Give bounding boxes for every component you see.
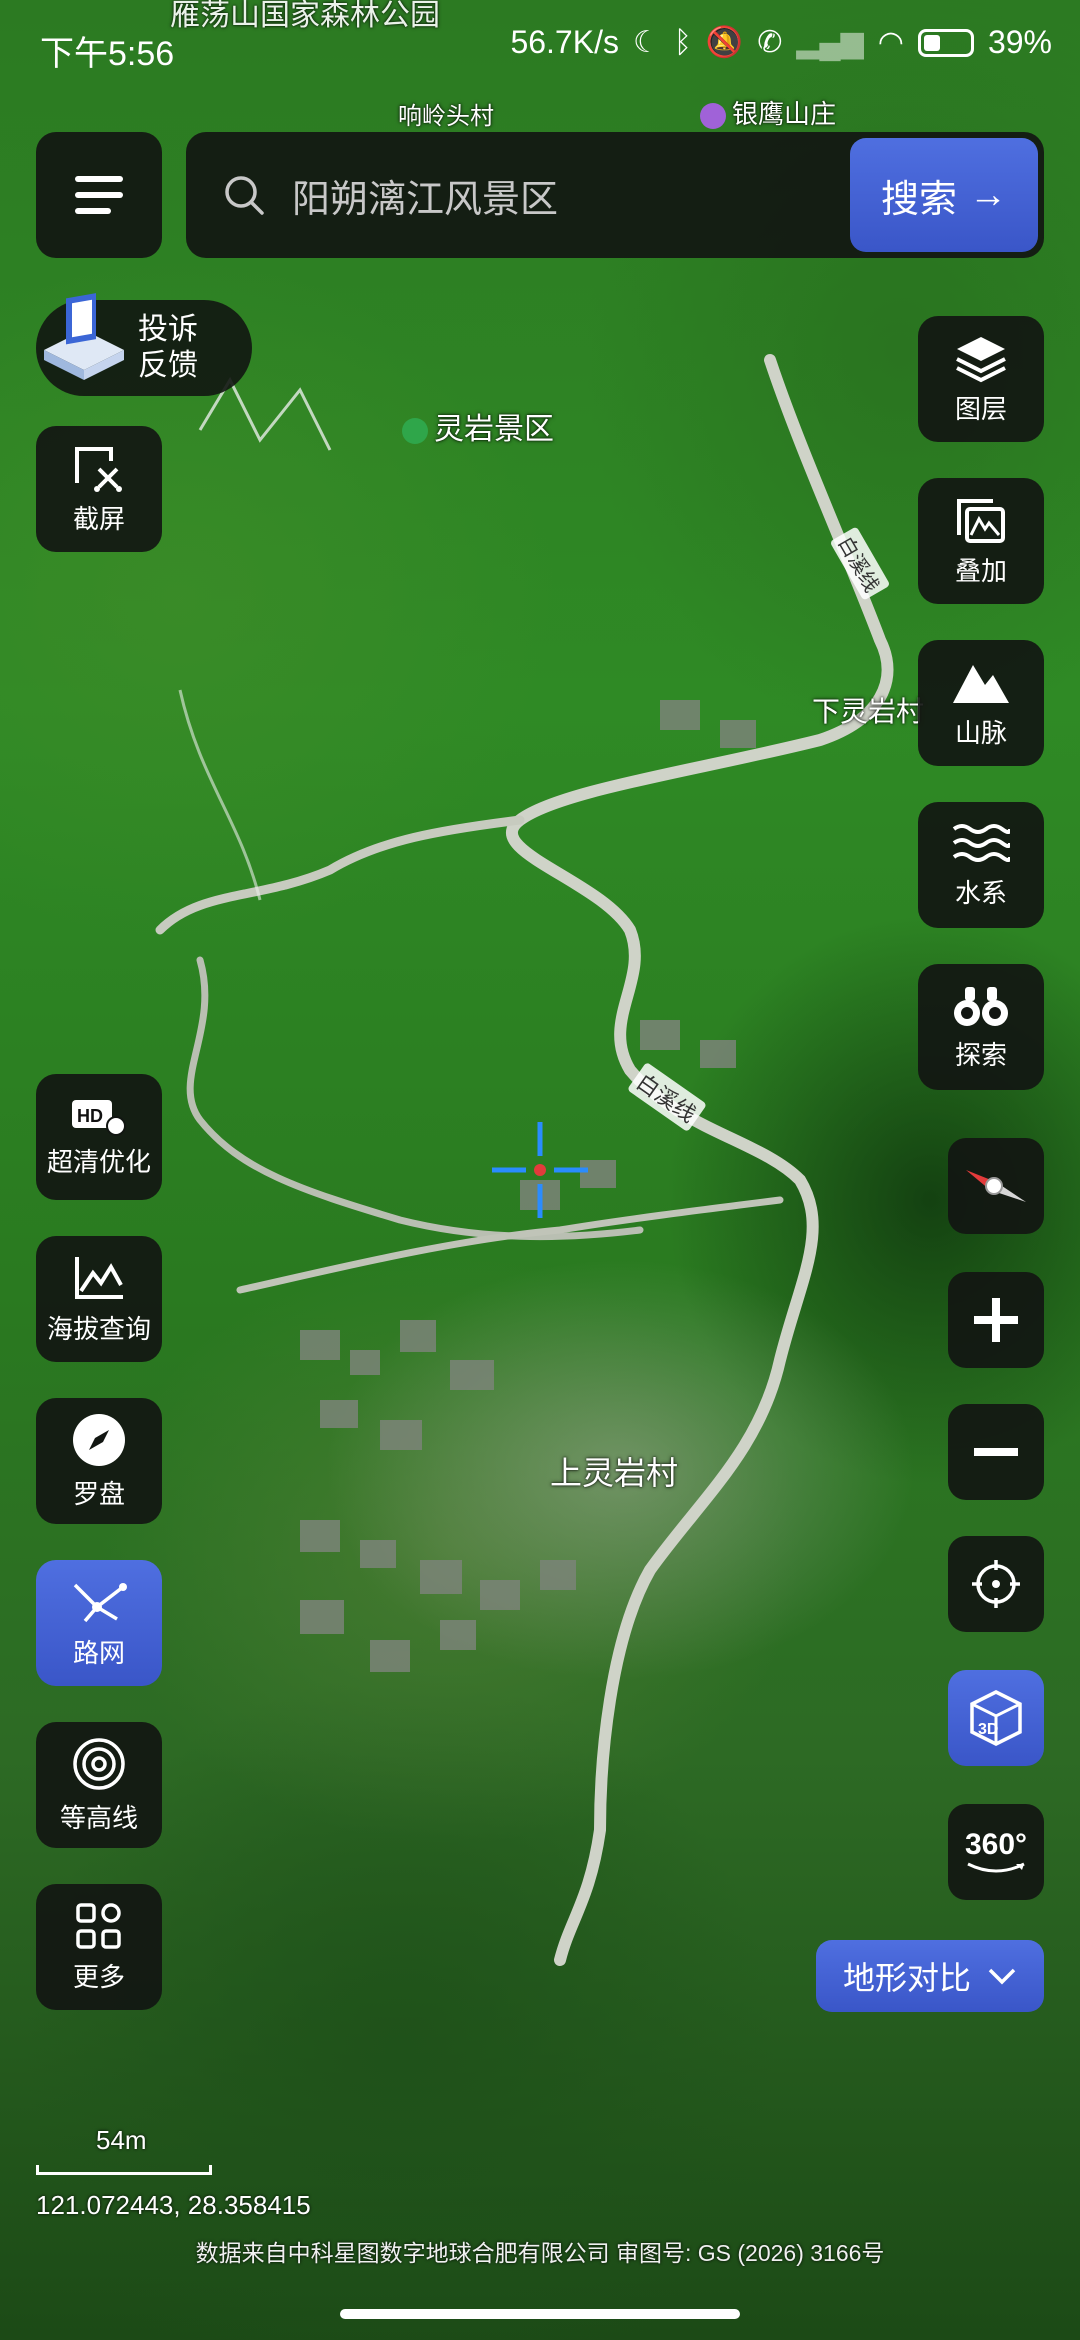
layers-icon xyxy=(956,336,1006,382)
binoculars-icon xyxy=(954,986,1008,1026)
call-icon: ✆ xyxy=(757,26,783,59)
map-label-scenic[interactable]: 灵岩景区 xyxy=(402,404,554,448)
feedback-label-2: 反馈 xyxy=(138,349,198,382)
chevron-down-icon xyxy=(988,1968,1016,1985)
crosshair xyxy=(492,1122,588,1218)
tool-label: 等高线 xyxy=(59,1802,138,1833)
feedback-label-1: 投诉 xyxy=(138,313,198,346)
tool-label: 路网 xyxy=(72,1637,125,1668)
tool-label: 海拔查询 xyxy=(46,1313,151,1344)
coordinates: 121.072443, 28.358415 xyxy=(36,2190,311,2220)
villa-poi-icon xyxy=(700,103,726,130)
map-label-villa[interactable]: 银鹰山庄 xyxy=(700,94,836,131)
water-button[interactable]: 水系 xyxy=(918,802,1044,928)
tool-label: 水系 xyxy=(954,877,1007,908)
search-button[interactable]: 搜索 → xyxy=(850,138,1038,252)
minus-icon xyxy=(974,1448,1018,1456)
status-time: 下午5:56 xyxy=(40,35,175,73)
cube-3d-icon: 3D xyxy=(970,1690,1022,1746)
battery-percent: 39% xyxy=(987,24,1052,60)
tool-label: 探索 xyxy=(954,1039,1007,1070)
search-button-label: 搜索 xyxy=(880,178,957,221)
signal-icon: ▂▄▆ xyxy=(796,26,864,59)
locate-icon xyxy=(972,1560,1020,1608)
elevation-query-button[interactable]: 海拔查询 xyxy=(36,1236,162,1362)
water-icon xyxy=(952,823,1010,862)
scenic-poi-icon xyxy=(402,418,428,445)
compass-direction-button[interactable] xyxy=(948,1138,1044,1234)
wifi-icon: ◠ xyxy=(877,26,904,59)
menu-button[interactable] xyxy=(36,132,162,258)
map-label-village[interactable]: 响岭头村 xyxy=(398,96,494,131)
feedback-illustration-icon xyxy=(44,293,124,380)
tool-label: 罗盘 xyxy=(72,1478,125,1509)
rotate-arrow-icon xyxy=(967,1862,1025,1873)
bluetooth-icon: ᛒ xyxy=(673,25,692,59)
tool-label: 截屏 xyxy=(72,503,125,534)
copyright-notice: 数据来自中科星图数字地球合肥有限公司 审图号: GS (2026) 3166号 xyxy=(195,2240,885,2266)
status-bar: 下午5:56 56.7K/s ☾ ᛒ 🔕 ✆ ▂▄▆ ◠ 39% xyxy=(0,0,1080,90)
overlay-button[interactable]: 叠加 xyxy=(918,478,1044,604)
hd-icon: HD xyxy=(72,1099,126,1136)
search-bar[interactable]: 阳朔漓江风景区 搜索 → xyxy=(186,132,1044,258)
battery-icon xyxy=(917,28,974,57)
more-grid-icon xyxy=(76,1902,121,1949)
terrain-compare-dropdown[interactable]: 地形对比 xyxy=(816,1940,1044,2012)
panorama-label: 360° xyxy=(964,1828,1028,1861)
zoom-out-button[interactable] xyxy=(948,1404,1044,1500)
tool-label: 超清优化 xyxy=(46,1146,151,1177)
explore-button[interactable]: 探索 xyxy=(918,964,1044,1090)
arrow-right-icon: → xyxy=(969,173,1007,216)
screenshot-icon xyxy=(75,446,122,492)
compass-needle-icon xyxy=(966,1170,1026,1202)
feedback-button[interactable]: 投诉 反馈 xyxy=(36,293,252,396)
hd-optimize-button[interactable]: HD 超清优化 xyxy=(36,1074,162,1200)
search-icon xyxy=(225,176,264,215)
elevation-icon xyxy=(75,1256,123,1299)
terrain-compare-label: 地形对比 xyxy=(842,1960,971,1996)
more-button[interactable]: 更多 xyxy=(36,1884,162,2010)
mountain-icon xyxy=(953,664,1009,703)
panorama-360-button[interactable]: 360° xyxy=(948,1804,1044,1900)
tool-label: 山脉 xyxy=(954,717,1007,748)
svg-text:3D: 3D xyxy=(978,1721,998,1738)
plus-icon xyxy=(974,1298,1018,1342)
search-input[interactable]: 阳朔漓江风景区 xyxy=(292,168,558,223)
mountain-button[interactable]: 山脉 xyxy=(918,640,1044,766)
road-network-button[interactable]: 路网 xyxy=(36,1560,162,1686)
zoom-in-button[interactable] xyxy=(948,1272,1044,1368)
map-label-village[interactable]: 下灵岩村 xyxy=(812,690,924,730)
scale-ruler xyxy=(36,2165,212,2175)
menu-icon xyxy=(75,171,123,219)
road-network-icon xyxy=(73,1582,127,1622)
home-indicator[interactable] xyxy=(340,2309,740,2319)
tool-label: 图层 xyxy=(954,393,1007,424)
locate-button[interactable] xyxy=(948,1536,1044,1632)
scale-value: 54m xyxy=(96,2125,147,2155)
compass-button[interactable]: 罗盘 xyxy=(36,1398,162,1524)
network-speed: 56.7K/s xyxy=(510,24,619,60)
3d-view-button[interactable]: 3D xyxy=(948,1670,1044,1766)
compass-icon xyxy=(73,1413,125,1466)
moon-icon: ☾ xyxy=(632,26,660,59)
screenshot-button[interactable]: 截屏 xyxy=(36,426,162,552)
overlay-icon xyxy=(957,498,1005,543)
tool-label: 更多 xyxy=(72,1961,125,1992)
tool-label: 叠加 xyxy=(954,555,1007,586)
mute-icon: 🔕 xyxy=(705,26,744,59)
layers-button[interactable]: 图层 xyxy=(918,316,1044,442)
map-label-village[interactable]: 上灵岩村 xyxy=(550,1448,678,1494)
contour-icon xyxy=(73,1737,125,1790)
svg-text:HD: HD xyxy=(77,1106,103,1126)
contour-button[interactable]: 等高线 xyxy=(36,1722,162,1848)
